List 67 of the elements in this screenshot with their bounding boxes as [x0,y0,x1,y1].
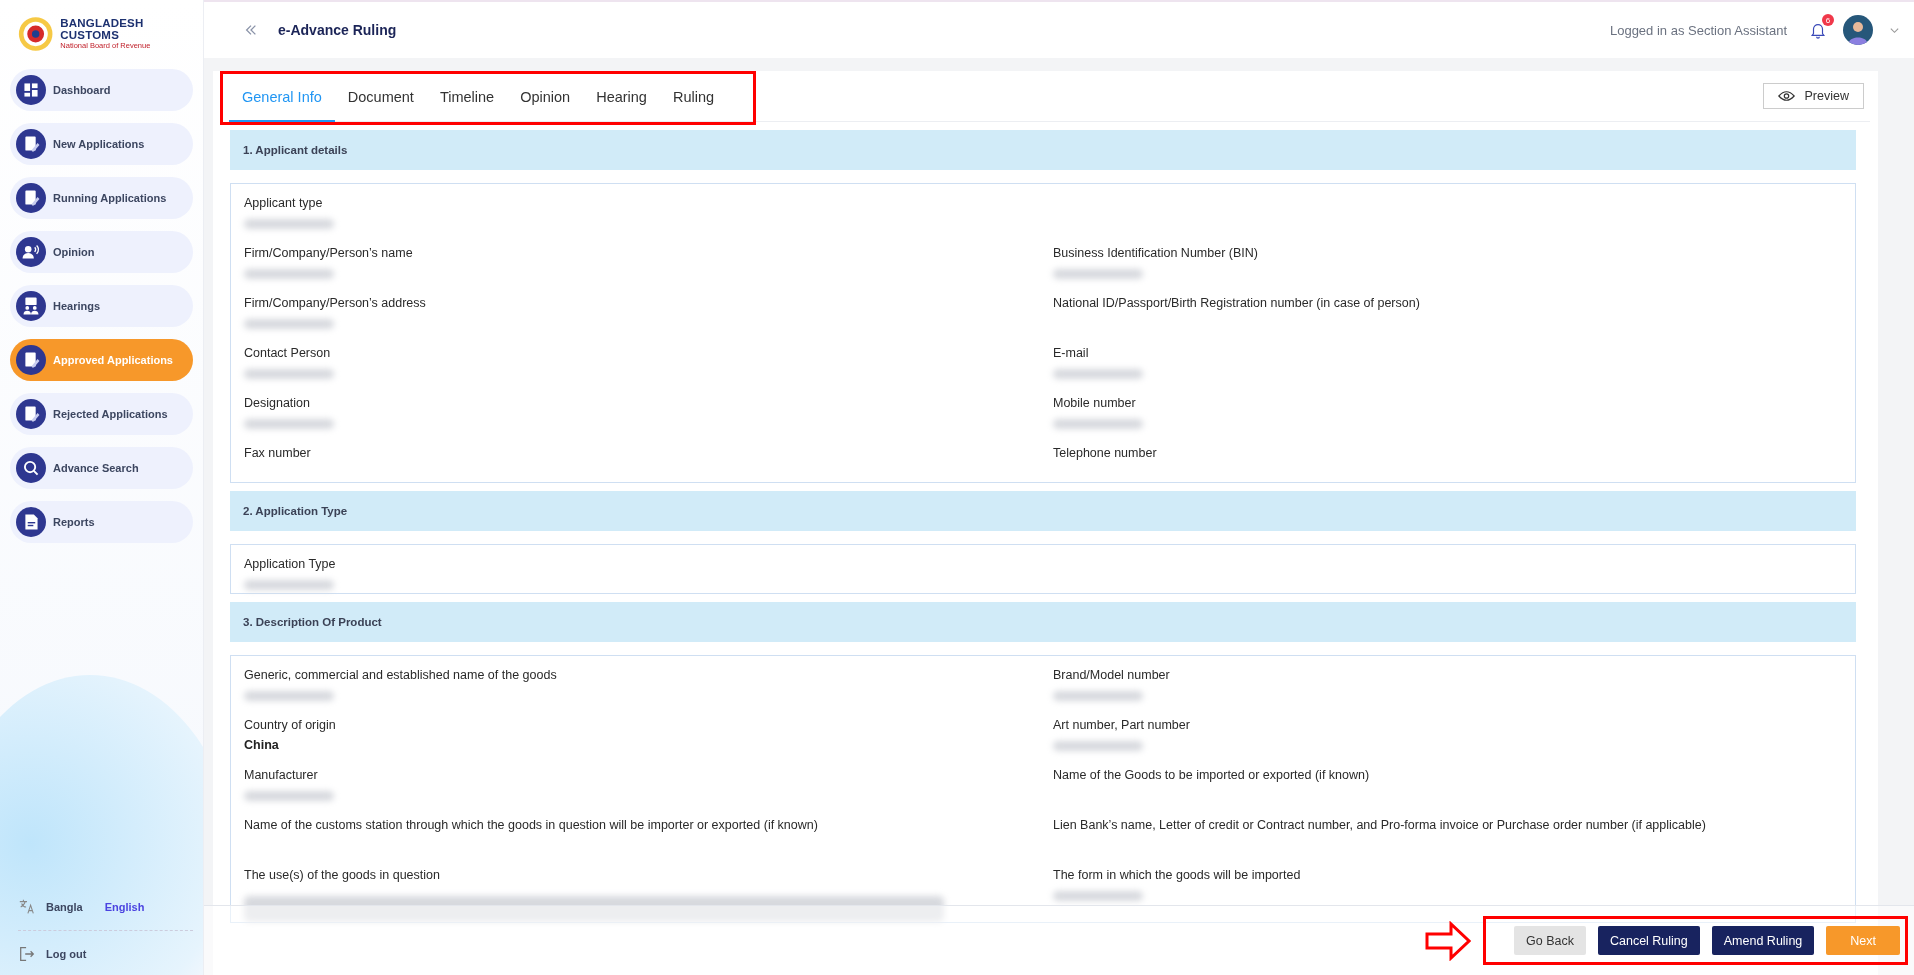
logo-title: BANGLADESH CUSTOMS [60,17,145,41]
tab[interactable]: Opinion [507,74,584,122]
tab[interactable]: Document [334,74,427,122]
field-label: Applicant type [244,195,324,210]
field-label: Art number, Part number [1053,717,1191,732]
sidebar-item[interactable]: Dashboard [10,69,193,111]
field-label: Business Identification Number (BIN) [1053,245,1259,260]
field-label: Fax number [244,445,312,460]
field-value: China [244,738,280,752]
language-option[interactable]: Bangla [46,901,83,913]
field-label: Designation [244,395,311,410]
logout-icon [18,945,36,963]
field-label: Name of the customs station through which the goods in question will be importer or exported (if known) [244,817,819,832]
action-button[interactable]: Amend Ruling [1711,926,1815,955]
field-label: Lien Bank’s name, Letter of credit or Contract number, and Pro-forma invoice or Purchase order number (if applicable) [1053,817,1707,832]
notification-bell-icon[interactable] [1809,21,1827,39]
preview-button[interactable]: Preview [1762,83,1864,109]
person-speaking-icon [16,237,46,267]
avatar-silhouette[interactable] [1843,15,1873,45]
field-label: Firm/Company/Person’s name [244,245,414,260]
notification-count-badge: 6 [1822,14,1834,26]
field-label: Firm/Company/Person’s address [244,295,427,310]
tab[interactable]: Hearing [583,74,660,122]
user-role-text: Logged in as Section Assistant [1609,22,1787,38]
field-label: E-mail [1053,345,1090,360]
document-pen-icon [16,183,46,213]
field-label: Application Type [244,556,337,571]
people-icon [16,291,46,321]
sidebar-item[interactable]: New Applications [10,123,193,165]
language-option[interactable]: English [104,901,145,913]
section-header: 3. Description Of Product [230,602,1856,642]
search-icon [16,453,46,483]
action-button[interactable]: Go Back [1514,926,1586,955]
sidebar-item[interactable]: Reports [10,501,193,543]
collapse-icon[interactable] [244,23,258,37]
document-pen-icon [16,129,46,159]
action-button[interactable]: Cancel Ruling [1597,926,1700,955]
emblem-logo-icon [17,14,55,53]
report-icon [16,507,46,537]
tab[interactable]: Timeline [426,74,508,122]
sidebar-item[interactable]: Hearings [10,285,193,327]
sidebar-item[interactable]: Running Applications [10,177,193,219]
document-pen-icon [16,399,46,429]
field-label: The use(s) of the goods in question [244,867,441,882]
field-label: National ID/Passport/Birth Registration number (in case of person) [1053,295,1421,310]
sidebar-item[interactable]: Opinion [10,231,193,273]
field-label: Country of origin [244,717,337,732]
field-label: Mobile number [1053,395,1137,410]
field-label: Name of the Goods to be imported or exported (if known) [1053,767,1371,782]
tab[interactable]: Ruling [659,74,728,122]
dashboard-icon [16,75,46,105]
section-header: 2. Application Type [230,491,1856,531]
section-header: 1. Applicant details [230,130,1856,170]
field-label: Generic, commercial and established name of the goods [244,667,558,682]
sidebar-item[interactable]: Advance Search [10,447,193,489]
sidebar-item[interactable]: Rejected Applications [10,393,193,435]
translate-icon [18,898,36,916]
field-label: Brand/Model number [1053,667,1171,682]
annotation-arrow [1425,920,1471,961]
logout-link[interactable]: Log out [46,948,87,960]
field-label: Contact Person [244,345,332,360]
page-title: e-Advance Ruling [278,22,397,38]
field-label: Telephone number [1053,445,1158,460]
field-label: The form in which the goods will be imported [1053,867,1302,882]
eye-icon [1777,90,1795,102]
document-pen-icon [16,345,46,375]
field-label: Manufacturer [244,767,319,782]
